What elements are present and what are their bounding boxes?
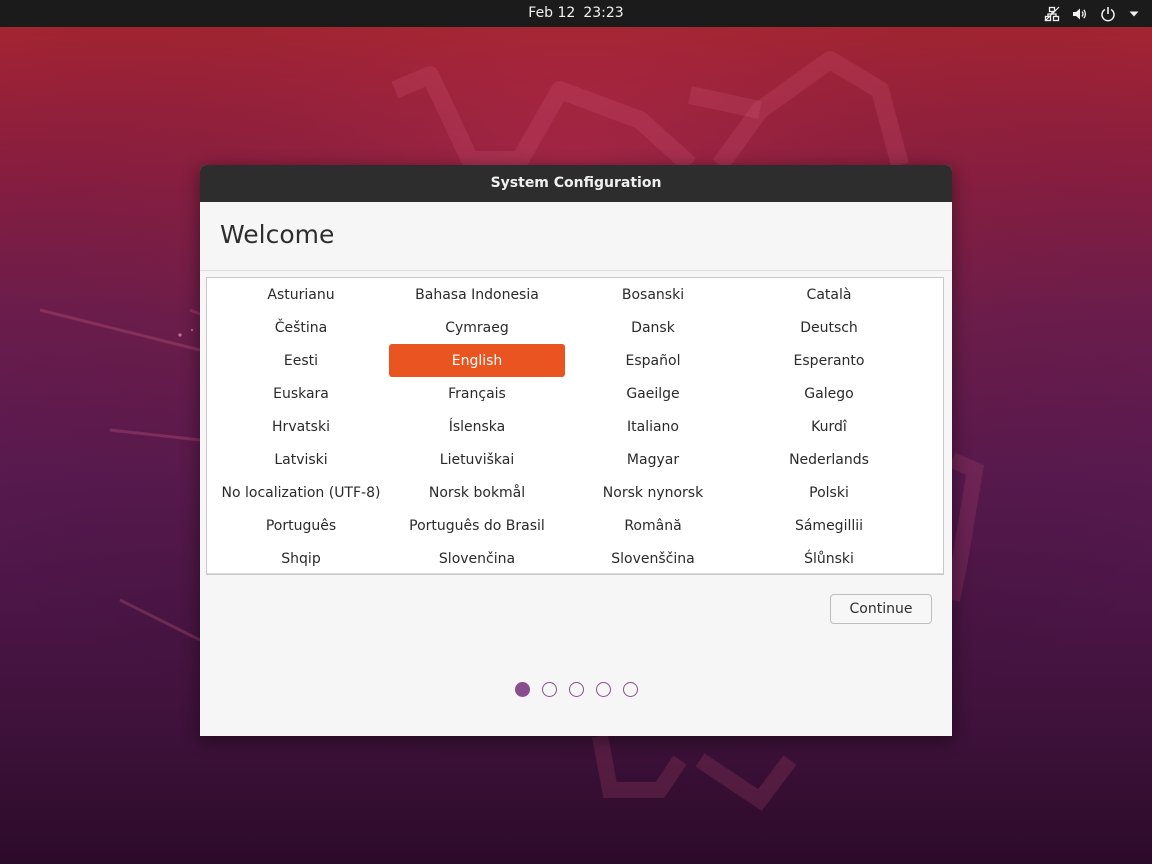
- power-icon[interactable]: [1100, 6, 1116, 22]
- clock-date: Feb 12: [528, 5, 576, 21]
- language-option[interactable]: Slovenčina: [389, 542, 565, 575]
- language-option[interactable]: Polski: [741, 476, 917, 509]
- language-option[interactable]: Čeština: [213, 311, 389, 344]
- desktop: Feb 12 23:23 System Configuration Welcom…: [0, 0, 1152, 864]
- language-option[interactable]: Italiano: [565, 410, 741, 443]
- language-option[interactable]: Cymraeg: [389, 311, 565, 344]
- language-option[interactable]: Galego: [741, 377, 917, 410]
- language-option[interactable]: Hrvatski: [213, 410, 389, 443]
- language-option[interactable]: Gaeilge: [565, 377, 741, 410]
- language-option[interactable]: Euskara: [213, 377, 389, 410]
- language-option[interactable]: Română: [565, 509, 741, 542]
- language-option[interactable]: Kurdî: [741, 410, 917, 443]
- language-option[interactable]: Bosanski: [565, 278, 741, 311]
- language-option[interactable]: Norsk nynorsk: [565, 476, 741, 509]
- system-configuration-dialog: System Configuration Welcome Asturianu Ba…: [200, 165, 952, 736]
- language-option[interactable]: Bahasa Indonesia: [389, 278, 565, 311]
- page-dot-4: [595, 682, 611, 697]
- menu-arrow-icon[interactable]: [1128, 8, 1140, 20]
- page-heading: Welcome: [220, 220, 335, 249]
- language-option[interactable]: No localization (UTF-8): [213, 476, 389, 509]
- page-dot-1: [514, 682, 530, 697]
- language-option-selected[interactable]: English: [389, 344, 565, 377]
- language-option[interactable]: Asturianu: [213, 278, 389, 311]
- language-option[interactable]: Français: [389, 377, 565, 410]
- top-bar: Feb 12 23:23: [0, 0, 1152, 27]
- heading-area: Welcome: [200, 202, 952, 271]
- page-dot-5: [622, 682, 638, 697]
- language-option[interactable]: Esperanto: [741, 344, 917, 377]
- language-option[interactable]: Latviski: [213, 443, 389, 476]
- language-option[interactable]: Sámegillii: [741, 509, 917, 542]
- page-dot-2: [541, 682, 557, 697]
- list-bottom-rule: [207, 573, 943, 574]
- language-option[interactable]: Nederlands: [741, 443, 917, 476]
- clock[interactable]: Feb 12 23:23: [0, 0, 1152, 27]
- language-option[interactable]: Eesti: [213, 344, 389, 377]
- language-option[interactable]: Deutsch: [741, 311, 917, 344]
- language-option[interactable]: Español: [565, 344, 741, 377]
- language-option[interactable]: Íslenska: [389, 410, 565, 443]
- clock-time: 23:23: [583, 5, 624, 21]
- language-option[interactable]: Norsk bokmål: [389, 476, 565, 509]
- network-icon[interactable]: [1044, 6, 1060, 22]
- volume-icon[interactable]: [1072, 6, 1088, 22]
- language-list[interactable]: Asturianu Bahasa Indonesia Bosanski Català Č…: [206, 277, 944, 575]
- dialog-title[interactable]: System Configuration: [200, 165, 952, 202]
- language-option[interactable]: Shqip: [213, 542, 389, 575]
- language-option[interactable]: Magyar: [565, 443, 741, 476]
- page-indicator: [200, 682, 952, 697]
- language-option[interactable]: Dansk: [565, 311, 741, 344]
- language-option[interactable]: Slovenščina: [565, 542, 741, 575]
- language-grid: Asturianu Bahasa Indonesia Bosanski Català Č…: [213, 278, 917, 575]
- system-tray[interactable]: [1044, 0, 1140, 27]
- language-option[interactable]: Português: [213, 509, 389, 542]
- language-option[interactable]: Català: [741, 278, 917, 311]
- language-option[interactable]: Lietuviškai: [389, 443, 565, 476]
- continue-button[interactable]: Continue: [830, 594, 932, 624]
- language-option[interactable]: Português do Brasil: [389, 509, 565, 542]
- language-option[interactable]: Ślůnski: [741, 542, 917, 575]
- page-dot-3: [568, 682, 584, 697]
